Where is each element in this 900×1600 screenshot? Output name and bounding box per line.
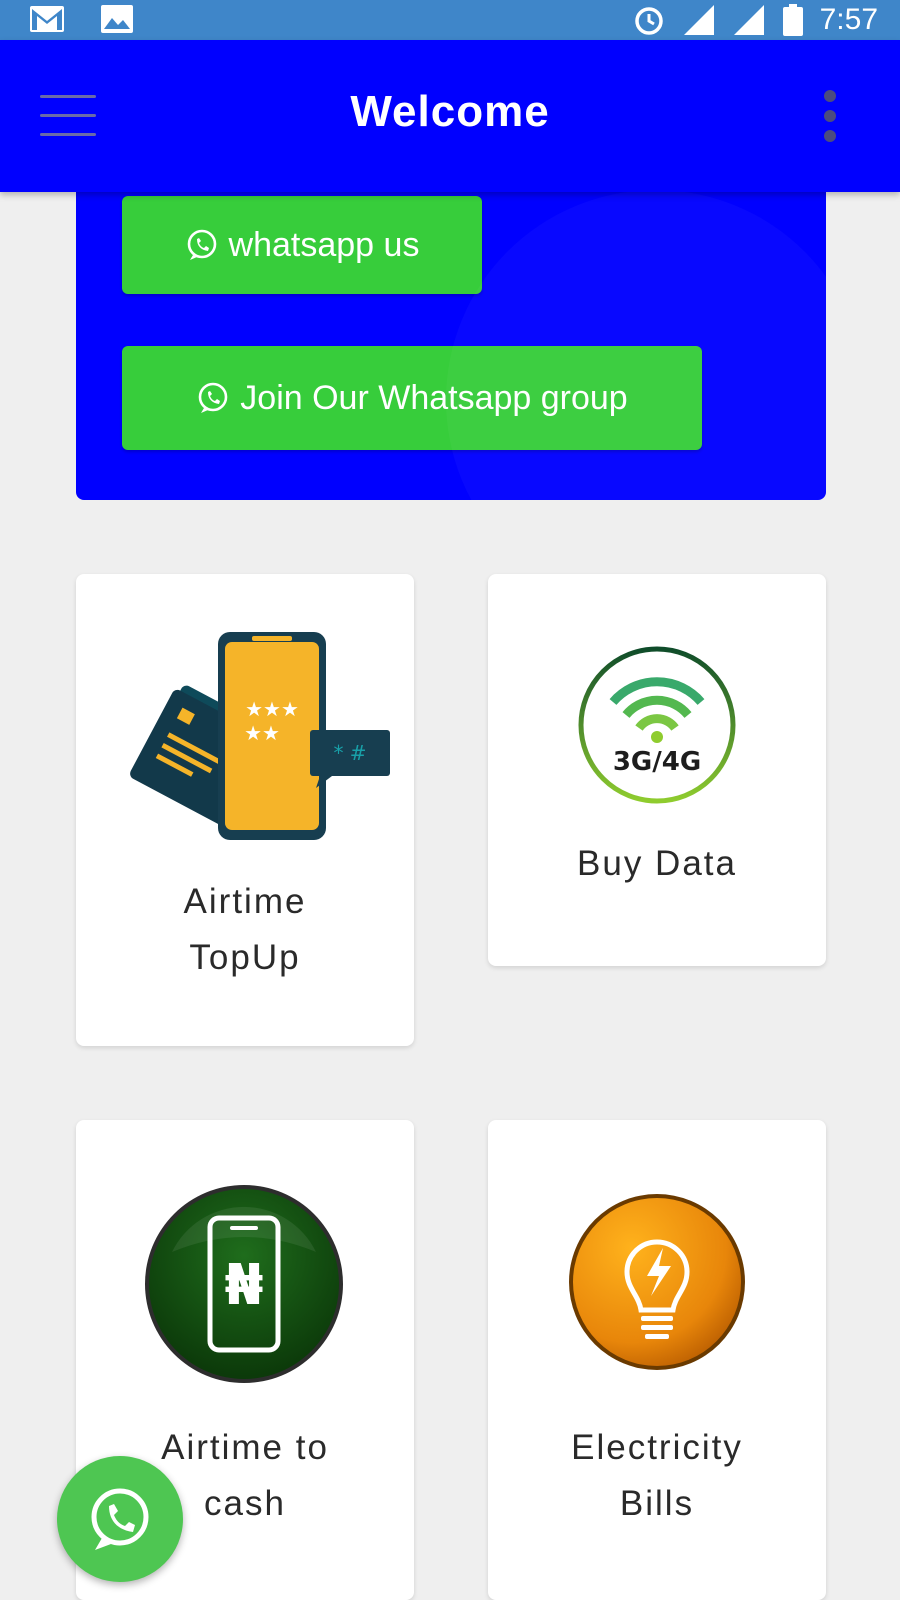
whatsapp-banner: whatsapp us Join Our Whatsapp group [76, 150, 826, 500]
data-icon-text: 3G/4G [613, 747, 701, 777]
signal-icon [733, 5, 764, 35]
join-whatsapp-group-button[interactable]: Join Our Whatsapp group [122, 346, 702, 450]
svg-text:* #: * # [333, 741, 366, 765]
whatsapp-icon [187, 229, 216, 260]
service-label-airtime-topup-line1: Airtime [183, 882, 307, 921]
battery-icon [782, 4, 803, 36]
alarm-icon [634, 7, 663, 35]
naira-symbol: ₦ [225, 1253, 264, 1318]
lightbulb-icon [569, 1194, 745, 1370]
service-label-electricity-bills-line1: Electricity [571, 1428, 743, 1467]
whatsapp-icon [198, 382, 228, 413]
svg-text:★★★: ★★★ [245, 697, 299, 721]
status-bar: 7:57 [0, 0, 900, 40]
join-whatsapp-group-label: Join Our Whatsapp group [240, 378, 628, 417]
airtime-topup-icon: ★★★ ★★ * # [130, 632, 390, 840]
status-time: 7:57 [819, 3, 878, 36]
whatsapp-us-label: whatsapp us [228, 225, 420, 264]
service-label-buy-data: Buy Data [577, 844, 737, 883]
service-label-airtime-topup-line2: TopUp [189, 938, 301, 977]
3g-4g-data-icon: 3G/4G [578, 646, 736, 804]
service-card-electricity-bills[interactable]: Electricity Bills [488, 1120, 826, 1600]
whatsapp-fab-button[interactable] [57, 1456, 183, 1582]
service-card-airtime-topup[interactable]: ★★★ ★★ * # Airtime TopUp [76, 574, 414, 1046]
gmail-icon [30, 6, 64, 32]
photos-icon [101, 5, 133, 33]
signal-icon [683, 5, 714, 35]
service-card-buy-data[interactable]: 3G/4G Buy Data [488, 574, 826, 966]
app-bar: Welcome [0, 40, 900, 192]
more-vert-icon[interactable] [820, 90, 840, 150]
page-title: Welcome [350, 87, 550, 136]
whatsapp-icon [91, 1488, 149, 1550]
svg-text:★★: ★★ [244, 721, 280, 745]
service-label-electricity-bills-line2: Bills [619, 1484, 695, 1523]
airtime-to-cash-icon: ₦ [145, 1185, 343, 1383]
whatsapp-us-button[interactable]: whatsapp us [122, 196, 482, 294]
